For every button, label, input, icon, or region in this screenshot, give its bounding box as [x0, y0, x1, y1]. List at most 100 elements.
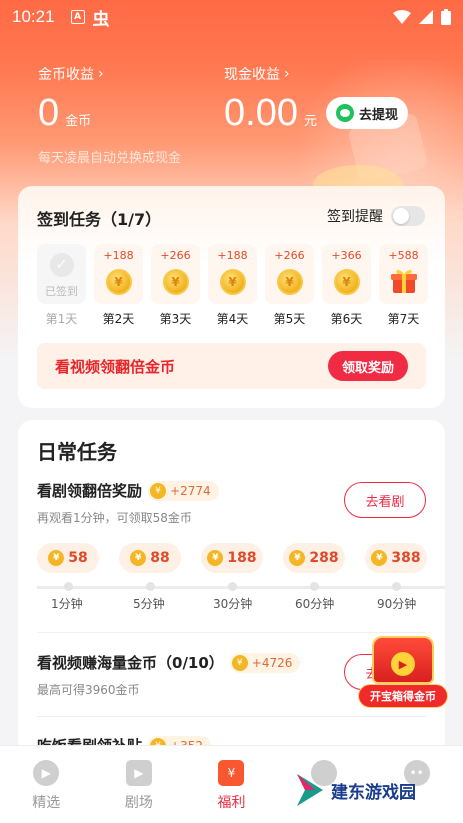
day-points: +266: [274, 249, 305, 262]
milestone-chip: ¥288: [283, 543, 345, 573]
day-status: 已签到: [45, 285, 78, 298]
signin-title: 签到任务（1/7）: [37, 210, 162, 229]
coin-icon: ¥: [289, 550, 306, 566]
signin-day[interactable]: +188 ¥ 第4天: [208, 244, 257, 327]
battery-icon: [441, 9, 451, 25]
reward-pill: ¥ +2774: [148, 480, 219, 501]
tv-icon: ▶: [125, 760, 152, 786]
remind-label: 签到提醒: [327, 209, 383, 225]
coin-icon: ¥: [231, 654, 248, 671]
tab-label: 精选: [32, 795, 61, 811]
milestone-chip: ¥58: [37, 543, 99, 573]
task-name: 看剧领翻倍奖励: [37, 482, 143, 500]
task-watch-drama: 看剧领翻倍奖励 ¥ +2774 再观看1分钟，可领取58金币 去看剧: [37, 480, 426, 526]
divider: [37, 716, 426, 717]
progress-track: [37, 586, 445, 589]
day-label: 第3天: [159, 312, 192, 326]
tab-featured[interactable]: ▶ 精选: [0, 746, 93, 823]
claim-reward-button[interactable]: 领取奖励: [327, 351, 408, 381]
progress-dot: [392, 582, 401, 591]
progress-dot: [64, 582, 73, 591]
coin-earnings[interactable]: 金币收益 › 0 金币: [38, 64, 104, 135]
tab-theater[interactable]: ▶ 剧场: [93, 746, 186, 823]
watermark-logo-icon: [297, 774, 323, 806]
progress-dot: [310, 582, 319, 591]
milestone-coins: 288: [309, 550, 339, 566]
withdraw-button[interactable]: 去提现: [326, 97, 408, 129]
signin-remind: 签到提醒: [327, 206, 425, 226]
remind-toggle[interactable]: [391, 206, 425, 226]
signin-day[interactable]: +588 第7天: [379, 244, 428, 327]
chest-label: 开宝箱得金币: [358, 684, 448, 708]
withdraw-label: 去提现: [358, 107, 398, 123]
progress-dot: [228, 582, 237, 591]
signin-days: ✓ 已签到 第1天 +188 ¥ 第2天 +266 ¥ 第3天 +188 ¥ 第4天 +…: [37, 244, 428, 327]
milestone-time: 5分钟: [133, 597, 165, 611]
keyboard-a-icon: A: [70, 10, 85, 24]
milestone-time: 60分钟: [295, 597, 335, 611]
day-points: +188: [103, 249, 134, 262]
chevron-right-icon: ›: [284, 66, 290, 82]
signin-day: ✓ 已签到 第1天: [37, 244, 86, 327]
reward-value: +2774: [170, 483, 211, 498]
coin-icon: ¥: [207, 550, 224, 566]
wifi-icon: [393, 10, 411, 24]
milestone-coins: 188: [227, 550, 257, 566]
gift-icon: [390, 269, 417, 293]
day-points: +188: [217, 249, 248, 262]
coin-earnings-label: 金币收益: [38, 67, 94, 83]
coin-icon: ¥: [150, 482, 167, 499]
coin-icon: ¥: [219, 269, 246, 295]
coin-amount: 0: [38, 92, 60, 134]
tab-label: 剧场: [124, 795, 153, 811]
watermark: 建东游戏园: [295, 772, 416, 808]
cash-earnings[interactable]: 现金收益 › 0.00 元: [224, 64, 317, 135]
cash-unit: 元: [303, 114, 317, 129]
cash-amount: 0.00: [224, 92, 298, 134]
day-label: 第6天: [330, 312, 363, 326]
coin-icon: ¥: [162, 269, 189, 295]
watermark-text: 建东游戏园: [331, 782, 416, 803]
reward-value: +4726: [251, 655, 293, 670]
watch-progress: ¥58 ¥88 ¥188 ¥288 ¥388 1分钟 5分钟 30分钟 60分钟…: [37, 543, 445, 623]
signin-day[interactable]: +366 ¥ 第6天: [322, 244, 371, 327]
day-label: 第5天: [273, 312, 306, 326]
signin-day[interactable]: +188 ¥ 第2天: [94, 244, 143, 327]
day-label: 第7天: [387, 312, 420, 326]
status-bar: 10:21 A 虫: [0, 0, 463, 34]
milestone-coins: 58: [68, 550, 88, 566]
chevron-right-icon: ›: [98, 66, 104, 82]
treasure-chest-button[interactable]: ▶ 开宝箱得金币: [358, 628, 448, 712]
milestone-chip: ¥388: [365, 543, 427, 573]
signin-card: 签到任务（1/7） 签到提醒 ✓ 已签到 第1天 +188 ¥ 第2天 +266 ¥ …: [18, 186, 445, 408]
double-coin-banner: 看视频领翻倍金币 领取奖励: [37, 343, 426, 389]
watch-drama-button[interactable]: 去看剧: [344, 482, 426, 518]
day-label: 第2天: [102, 312, 135, 326]
day-points: +366: [331, 249, 362, 262]
play-circle-icon: ▶: [33, 760, 60, 786]
signal-icon: [419, 10, 433, 24]
coin-icon: ¥: [276, 269, 303, 295]
exchange-tip: 每天凌晨自动兑换成现金: [38, 151, 182, 166]
milestone-chip: ¥88: [119, 543, 181, 573]
coin-icon: ¥: [371, 550, 388, 566]
coin-icon: ¥: [130, 550, 147, 566]
day-label: 第1天: [45, 312, 78, 326]
check-icon: ✓: [49, 253, 74, 277]
coin-icon: ¥: [333, 269, 360, 295]
coin-icon: ¥: [105, 269, 132, 295]
milestone-time: 30分钟: [213, 597, 253, 611]
status-time: 10:21: [12, 7, 55, 26]
gift-bag-icon: ¥: [218, 760, 245, 786]
daily-title: 日常任务: [37, 440, 117, 464]
tab-welfare[interactable]: ¥ 福利: [185, 746, 278, 823]
day-label: 第4天: [216, 312, 249, 326]
task-name: 看视频赚海量金币（0/10）: [37, 654, 224, 672]
signin-day[interactable]: +266 ¥ 第3天: [151, 244, 200, 327]
double-coin-text: 看视频领翻倍金币: [55, 357, 176, 376]
milestone-time: 90分钟: [377, 597, 417, 611]
wechat-icon: [335, 104, 354, 122]
progress-dot: [146, 582, 155, 591]
bug-icon: 虫: [92, 9, 110, 30]
signin-day[interactable]: +266 ¥ 第5天: [265, 244, 314, 327]
